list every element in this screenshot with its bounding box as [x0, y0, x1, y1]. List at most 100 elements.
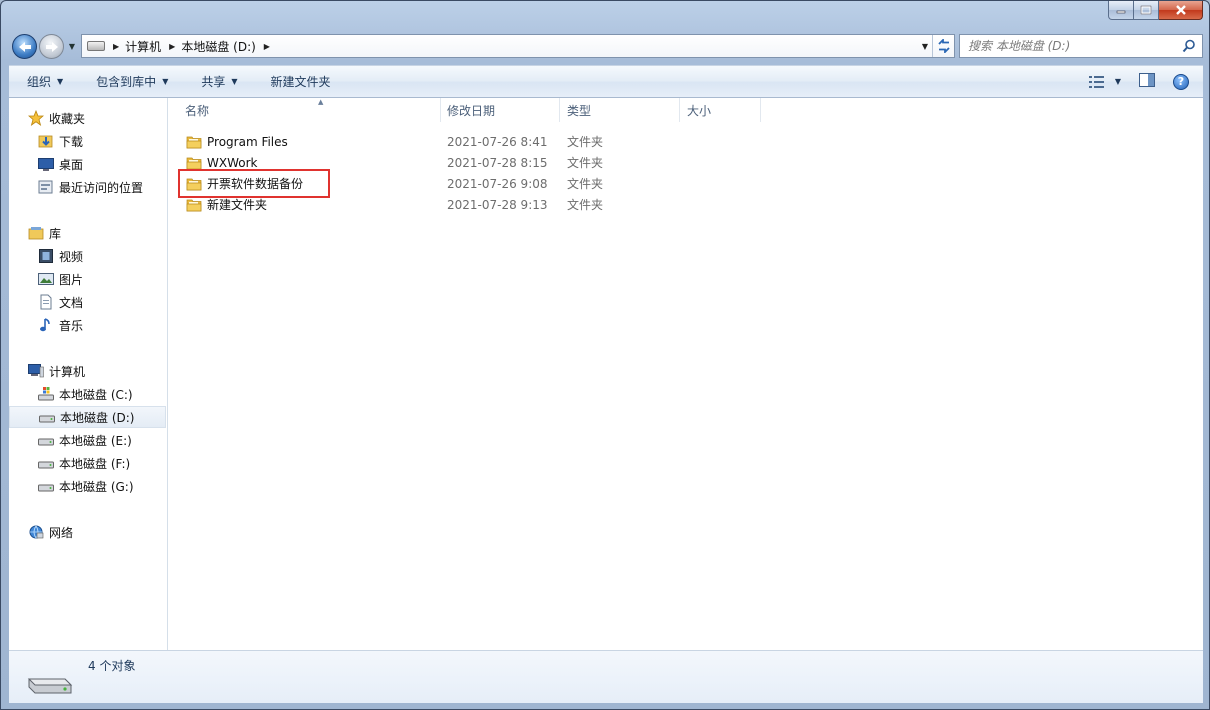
refresh-button[interactable] — [932, 35, 954, 57]
file-date: 2021-07-28 9:13 — [447, 197, 548, 212]
navigation-pane: 收藏夹 下载 桌面 最近访问的位置 库 视频 图片 文档 音乐 计算机 本地磁盘… — [9, 98, 168, 650]
share-label: 共享 — [201, 75, 226, 89]
sidebar-item-label: 桌面 — [59, 157, 84, 172]
file-name: 新建文件夹 — [207, 198, 268, 212]
status-item-count: 4 个对象 — [88, 659, 136, 673]
sidebar-item-downloads[interactable]: 下载 — [9, 130, 166, 152]
sidebar-libraries-label: 库 — [49, 226, 62, 241]
hard-drive-icon — [38, 455, 54, 471]
sidebar-item-pictures[interactable]: 图片 — [9, 268, 166, 290]
search-box[interactable] — [959, 34, 1203, 58]
breadcrumb-drive-d[interactable]: 本地磁盘 (D:) — [181, 38, 255, 55]
folder-icon — [186, 136, 202, 148]
new-folder-label: 新建文件夹 — [270, 75, 331, 89]
include-in-library-menu[interactable]: 包含到库中 ▼ — [78, 66, 183, 97]
sidebar-item-label: 图片 — [59, 272, 84, 287]
system-drive-icon — [38, 386, 54, 402]
sidebar-item-music[interactable]: 音乐 — [9, 314, 166, 336]
sidebar-item-drive-d[interactable]: 本地磁盘 (D:) — [9, 406, 166, 428]
sidebar-item-drive-g[interactable]: 本地磁盘 (G:) — [9, 475, 166, 497]
close-icon — [1175, 5, 1186, 15]
new-folder-button[interactable]: 新建文件夹 — [253, 66, 346, 97]
sidebar-item-documents[interactable]: 文档 — [9, 291, 166, 313]
sidebar-item-label: 文档 — [59, 295, 84, 310]
search-icon[interactable] — [1182, 39, 1196, 53]
maximize-button[interactable] — [1134, 1, 1159, 20]
change-view-button[interactable]: ▼ — [1088, 75, 1121, 88]
file-name-cell: 新建文件夹 — [186, 196, 267, 213]
chevron-right-icon[interactable]: ▶ — [264, 42, 270, 51]
sidebar-item-drive-e[interactable]: 本地磁盘 (E:) — [9, 429, 166, 451]
file-row[interactable]: Program Files 2021-07-26 8:41 文件夹 — [176, 131, 776, 152]
close-button[interactable] — [1159, 1, 1203, 20]
sidebar-item-drive-c[interactable]: 本地磁盘 (C:) — [9, 383, 166, 405]
organize-menu[interactable]: 组织 ▼ — [9, 66, 78, 97]
file-list-pane: 名称 ▲ 修改日期 类型 大小 Program Files 2021-07-26… — [168, 98, 1203, 650]
sidebar-item-drive-f[interactable]: 本地磁盘 (F:) — [9, 452, 166, 474]
arrow-left-icon — [18, 41, 31, 52]
address-bar[interactable]: ▶ 计算机 ▶ 本地磁盘 (D:) ▶ ▼ — [81, 34, 955, 58]
sidebar-item-label: 本地磁盘 (E:) — [59, 433, 132, 448]
column-header-label: 大小 — [687, 103, 712, 118]
recent-places-icon — [38, 179, 54, 195]
network-icon — [28, 524, 44, 540]
sort-ascending-icon: ▲ — [318, 98, 324, 106]
command-bar: 组织 ▼ 包含到库中 ▼ 共享 ▼ 新建文件夹 ▼ ? — [9, 65, 1203, 98]
column-header-name[interactable]: 名称 ▲ — [178, 98, 441, 122]
organize-label: 组织 — [27, 75, 52, 89]
minimize-button[interactable] — [1108, 1, 1134, 20]
preview-pane-button[interactable] — [1139, 73, 1155, 90]
breadcrumb-computer[interactable]: 计算机 — [125, 38, 161, 55]
navigation-row: ▼ ▶ 计算机 ▶ 本地磁盘 (D:) ▶ ▼ — [9, 32, 1203, 60]
sidebar-item-label: 本地磁盘 (G:) — [59, 479, 134, 494]
file-row[interactable]: WXWork 2021-07-28 8:15 文件夹 — [176, 152, 776, 173]
sidebar-item-recent-places[interactable]: 最近访问的位置 — [9, 176, 166, 198]
music-note-icon — [38, 317, 54, 333]
document-icon — [38, 294, 54, 310]
file-name: 开票软件数据备份 — [207, 177, 304, 191]
chevron-right-icon[interactable]: ▶ — [169, 42, 175, 51]
sidebar-computer-label: 计算机 — [49, 364, 86, 379]
sidebar-computer[interactable]: 计算机 — [9, 360, 166, 382]
file-row[interactable]: 开票软件数据备份 2021-07-26 9:08 文件夹 — [176, 173, 776, 194]
chevron-down-icon[interactable]: ▼ — [1115, 77, 1121, 86]
file-date: 2021-07-26 9:08 — [447, 176, 548, 191]
recent-pages-dropdown[interactable]: ▼ — [67, 39, 77, 53]
sidebar-network[interactable]: 网络 — [9, 521, 166, 543]
file-type: 文件夹 — [567, 177, 604, 191]
sidebar-item-videos[interactable]: 视频 — [9, 245, 166, 267]
hard-drive-icon — [27, 678, 73, 694]
column-header-label: 类型 — [567, 103, 592, 118]
maximize-icon — [1140, 5, 1152, 15]
column-header-date[interactable]: 修改日期 — [440, 98, 560, 122]
back-button[interactable] — [12, 34, 37, 59]
sidebar-item-label: 本地磁盘 (D:) — [60, 410, 135, 425]
file-type: 文件夹 — [567, 135, 604, 149]
help-icon[interactable]: ? — [1173, 73, 1189, 90]
folder-icon — [186, 199, 202, 211]
column-header-type[interactable]: 类型 — [560, 98, 680, 122]
sidebar-favorites-label: 收藏夹 — [49, 111, 86, 126]
hard-drive-icon — [39, 409, 55, 425]
computer-icon — [28, 363, 44, 379]
preview-pane-icon — [1139, 73, 1155, 87]
search-input[interactable] — [968, 39, 1178, 53]
sidebar-item-desktop[interactable]: 桌面 — [9, 153, 166, 175]
desktop-icon — [38, 156, 54, 172]
sidebar-favorites[interactable]: 收藏夹 — [9, 107, 166, 129]
sidebar-libraries[interactable]: 库 — [9, 222, 166, 244]
file-row[interactable]: 新建文件夹 2021-07-28 9:13 文件夹 — [176, 194, 776, 215]
file-name-cell: WXWork — [186, 156, 257, 170]
forward-button[interactable] — [39, 34, 64, 59]
command-bar-right: ▼ ? — [1088, 73, 1203, 90]
file-date: 2021-07-28 8:15 — [447, 155, 548, 170]
sidebar-item-label: 本地磁盘 (C:) — [59, 387, 133, 402]
share-menu[interactable]: 共享 ▼ — [183, 66, 252, 97]
chevron-down-icon: ▼ — [231, 77, 238, 86]
folder-icon — [186, 157, 202, 169]
chevron-right-icon[interactable]: ▶ — [113, 42, 119, 51]
chevron-down-icon: ▼ — [162, 77, 169, 86]
column-header-size[interactable]: 大小 — [680, 98, 761, 122]
address-history-dropdown[interactable]: ▼ — [918, 42, 932, 51]
file-name: WXWork — [207, 155, 258, 170]
